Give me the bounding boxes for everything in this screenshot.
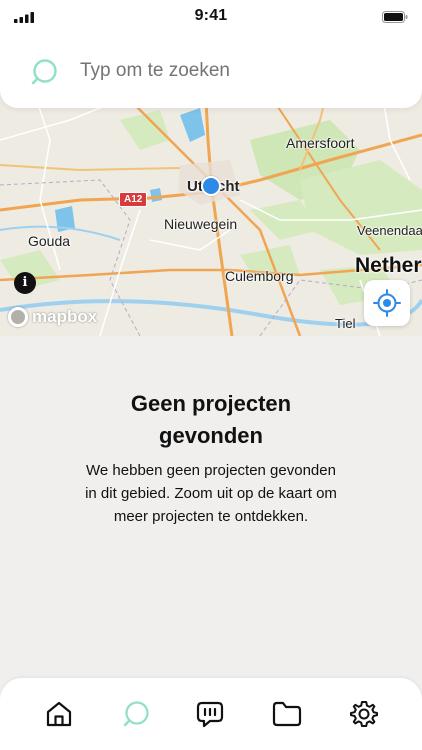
- status-bar: 9:41: [0, 0, 422, 34]
- chat-icon: [196, 701, 224, 728]
- map-canvas: [0, 80, 422, 336]
- map-label-culemborg: Culemborg: [225, 268, 294, 284]
- tab-home[interactable]: [43, 698, 75, 730]
- search-icon: [31, 59, 57, 85]
- screen: 9:41 Amersfoort A12 Nieuwegein Gouda Vee…: [0, 0, 422, 750]
- empty-state-message: We hebben geen projecten gevonden in dit…: [85, 462, 337, 525]
- folder-icon: [272, 701, 302, 727]
- map-label-gouda: Gouda: [28, 233, 71, 249]
- search-bar: [0, 34, 422, 108]
- empty-state-title: Geen projecten gevonden: [0, 388, 422, 452]
- gear-icon: [350, 701, 378, 727]
- empty-state-title-line2: gevonden: [159, 423, 263, 448]
- tab-bar: [0, 678, 422, 750]
- map-label-netherlands: Nether: [355, 254, 422, 277]
- crosshair-icon: [373, 289, 401, 317]
- map-label-veenendaal: Veenendaal: [357, 223, 422, 238]
- mapbox-mark-icon: [8, 307, 28, 327]
- empty-state-title-line1: Geen projecten: [130, 391, 292, 416]
- map-view[interactable]: Amersfoort Utrecht A12 Nieuwegein Gouda …: [0, 80, 422, 336]
- tab-settings[interactable]: [348, 698, 380, 730]
- tab-search[interactable]: [120, 698, 152, 730]
- map-info-button[interactable]: i: [14, 272, 36, 294]
- mapbox-wordmark: mapbox: [32, 307, 98, 326]
- search-input[interactable]: [80, 56, 390, 86]
- tab-projects[interactable]: [271, 698, 303, 730]
- map-label-nieuwegein: Nieuwegein: [164, 216, 238, 232]
- map-label-tiel: Tiel: [335, 316, 356, 331]
- locate-me-button[interactable]: [364, 280, 410, 326]
- status-time: 9:41: [194, 7, 228, 24]
- map-label-amersfoort: Amersfoort: [286, 135, 355, 151]
- search-icon: [123, 701, 149, 727]
- tab-messages[interactable]: [194, 698, 226, 730]
- mapbox-logo[interactable]: mapbox: [8, 305, 97, 329]
- road-shield-a12: A12: [119, 192, 148, 207]
- user-location-marker: [201, 176, 221, 196]
- home-icon: [46, 701, 72, 727]
- battery-icon: [382, 11, 408, 23]
